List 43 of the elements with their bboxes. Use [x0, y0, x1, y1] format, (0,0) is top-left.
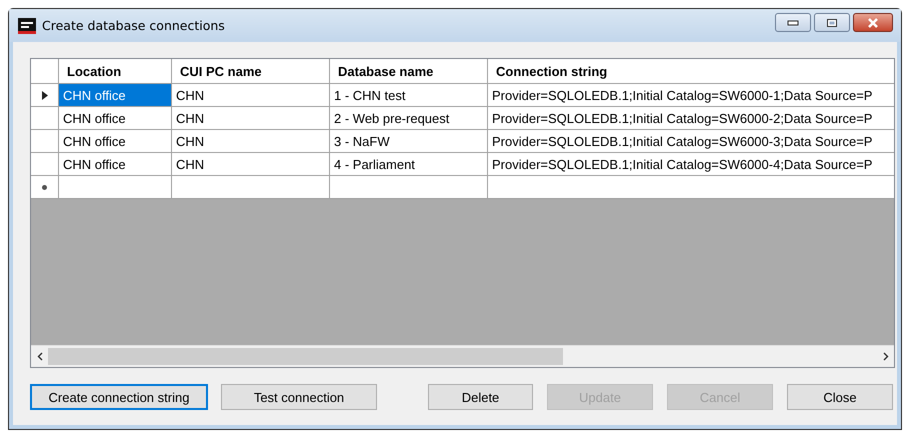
scroll-thumb[interactable]	[48, 348, 563, 365]
minimize-icon	[787, 20, 799, 26]
table-cell: 2 - Web pre-request	[330, 107, 488, 130]
dialog-button[interactable]: Close	[787, 384, 893, 410]
new-row-cell[interactable]	[59, 176, 172, 199]
table-cell: CHN	[172, 130, 330, 153]
app-logo-icon	[18, 18, 36, 34]
new-row-cell[interactable]	[172, 176, 330, 199]
table-cell: Provider=SQLOLEDB.1;Initial Catalog=SW6000-4;Data Source=P	[488, 153, 894, 176]
table-cell: CHN office	[59, 84, 172, 107]
table-cell: CHN	[172, 153, 330, 176]
new-row-cell[interactable]	[330, 176, 488, 199]
close-button[interactable]	[853, 13, 893, 32]
table-cell: CHN office	[59, 153, 172, 176]
close-icon	[867, 18, 879, 28]
table-cell: 1 - CHN test	[330, 84, 488, 107]
table-cell: CHN	[172, 107, 330, 130]
window-title: Create database connections	[42, 18, 226, 33]
table-cell: CHN office	[59, 130, 172, 153]
minimize-button[interactable]	[775, 13, 811, 32]
table-cell: 3 - NaFW	[330, 130, 488, 153]
table-cell: CHN	[172, 84, 330, 107]
dialog-button[interactable]: Delete	[428, 384, 533, 410]
scroll-left-icon[interactable]	[36, 352, 42, 361]
table-cell: Provider=SQLOLEDB.1;Initial Catalog=SW6000-2;Data Source=P	[488, 107, 894, 130]
column-header[interactable]: Database name	[330, 59, 488, 84]
table-cell: CHN office	[59, 107, 172, 130]
maximize-icon	[826, 18, 838, 28]
dialog-button[interactable]: Test connection	[221, 384, 377, 410]
horizontal-scrollbar[interactable]	[31, 345, 894, 367]
row-header[interactable]	[31, 84, 59, 107]
row-header[interactable]	[31, 176, 59, 199]
scroll-right-icon[interactable]	[882, 352, 888, 361]
column-header[interactable]: Location	[59, 59, 172, 84]
table-cell: 4 - Parliament	[330, 153, 488, 176]
current-row-icon	[42, 90, 48, 100]
new-row-cell[interactable]	[488, 176, 894, 199]
maximize-button[interactable]	[814, 13, 850, 32]
column-header[interactable]: Connection string	[488, 59, 894, 84]
column-header[interactable]: CUI PC name	[172, 59, 330, 84]
dialog-button[interactable]: Create connection string	[30, 384, 208, 410]
table-cell: Provider=SQLOLEDB.1;Initial Catalog=SW6000-3;Data Source=P	[488, 130, 894, 153]
table-cell: Provider=SQLOLEDB.1;Initial Catalog=SW6000-1;Data Source=P	[488, 84, 894, 107]
